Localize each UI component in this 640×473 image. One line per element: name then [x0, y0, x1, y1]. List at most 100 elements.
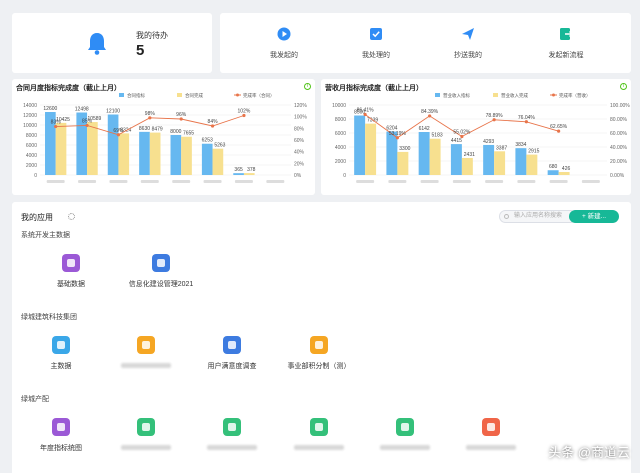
rate-label: 55.02% [453, 129, 471, 135]
app-item[interactable]: 主数据 [16, 336, 106, 371]
y-tick-label: 4000 [335, 145, 346, 151]
bar-plan [170, 135, 182, 175]
revenue-chart-card: 营收月指标完成度（截止上月） i 营业收入指标 营业收入完成 完成率（营收） 1000… [321, 79, 631, 195]
x-tick-label-blurred [549, 180, 568, 183]
quick-action-handled[interactable]: 我处理的 [346, 27, 406, 60]
rate-label: 53.19% [389, 131, 407, 137]
bar-plan [515, 148, 527, 175]
bar-done [87, 122, 98, 175]
app-item[interactable]: 基础数据 [26, 254, 116, 289]
x-tick-label-blurred [234, 180, 253, 183]
todo-card[interactable]: 我的待办 5 [12, 13, 212, 73]
app-item[interactable] [187, 418, 277, 450]
gear-icon[interactable] [68, 213, 75, 220]
quick-action-new-process[interactable]: 发起新流程 [536, 27, 596, 60]
quick-actions-card: 我发起的 我处理的 抄送我的 发起新流程 [220, 13, 631, 73]
apps-title: 我的应用 [21, 213, 53, 222]
bar-value-label: 2431 [464, 152, 475, 158]
info-icon[interactable]: i [304, 83, 311, 90]
section-title: 绿城产配 [21, 396, 49, 403]
contract-chart-card: 合同月度指标完成度（截止上月） i 合同指标 合同完成 完成率（合同） 14000 12… [12, 79, 315, 195]
x-tick-label-blurred [485, 180, 504, 183]
app-icon [223, 336, 241, 354]
x-tick-label-blurred [203, 180, 222, 183]
bell-icon [88, 33, 106, 55]
quick-action-label: 发起新流程 [548, 52, 584, 59]
search-icon [504, 214, 509, 219]
x-tick-label-blurred [420, 180, 439, 183]
section-title: 系统开发主数据 [21, 232, 70, 239]
rate-label: 84% [208, 119, 219, 125]
revenue-chart: 营业收入指标 营业收入完成 完成率（营收） 10000 8000 6000 4000 2000… [332, 92, 630, 183]
app-icon [137, 336, 155, 354]
play-circle-icon [277, 27, 291, 41]
rate-label: 98% [145, 111, 156, 117]
bar-value-label: 3834 [515, 142, 526, 148]
quick-action-initiated[interactable]: 我发起的 [254, 27, 314, 60]
app-label: 年度指标统图 [40, 445, 82, 452]
y-tick-label: 6000 [335, 131, 346, 137]
app-label: 用户满意度调查 [207, 363, 257, 370]
bar-value-label: 8000 [170, 129, 181, 135]
y-tick-label: 0 [343, 173, 346, 179]
info-icon[interactable]: i [620, 83, 627, 90]
bar-plan [201, 143, 213, 175]
x-tick-label-blurred [517, 180, 536, 183]
x-tick-label-blurred [581, 180, 600, 183]
x-tick-label-blurred [46, 180, 65, 183]
y-tick-label: 10000 [332, 103, 346, 109]
app-item[interactable] [101, 336, 191, 368]
app-item[interactable] [360, 418, 450, 450]
y2-tick-label: 100% [294, 115, 307, 121]
bar-done [149, 132, 161, 175]
bar-value-label: 8630 [139, 126, 150, 132]
legend-label: 完成率（营收） [559, 92, 591, 99]
bar-value-label: 4293 [483, 139, 494, 145]
app-label-blurred [121, 445, 171, 450]
bar-value-label: 3300 [399, 146, 410, 152]
y2-tick-label: 80.00% [610, 117, 628, 123]
bar-done [429, 138, 441, 175]
bar-value-label: 5183 [432, 133, 443, 139]
app-item[interactable] [101, 418, 191, 450]
app-search-input[interactable]: 输入应用名称搜索 [499, 210, 577, 223]
app-item[interactable]: 事业部积分制（测） [274, 336, 364, 371]
app-item[interactable]: 信息化建设管理2021 [116, 254, 206, 289]
bar-done [494, 151, 506, 175]
bar-done [397, 151, 409, 175]
rate-label: 78.89% [486, 113, 504, 119]
x-tick-label-blurred [388, 180, 407, 183]
bar-value-label: 2915 [528, 149, 539, 155]
app-icon [62, 254, 80, 272]
quick-action-cc[interactable]: 抄送我的 [438, 27, 498, 60]
app-item[interactable]: 年度指标统图 [16, 418, 106, 453]
bar-plan [354, 115, 366, 175]
y2-tick-label: 40.00% [610, 145, 628, 151]
rate-label: 102% [238, 109, 251, 115]
y-tick-label: 8000 [26, 133, 37, 139]
app-icon [310, 336, 328, 354]
y-tick-label: 14000 [23, 103, 37, 109]
app-label-blurred [294, 445, 344, 450]
y2-tick-label: 40% [294, 150, 305, 156]
bar-plan [107, 114, 119, 175]
new-app-button[interactable]: + 新建... [569, 210, 619, 223]
app-item[interactable] [274, 418, 364, 450]
bar-value-label: 12498 [75, 107, 89, 113]
x-tick-label-blurred [140, 180, 159, 183]
rate-label: 83% [51, 120, 62, 126]
legend-swatch [552, 93, 555, 97]
legend-swatch [493, 93, 498, 97]
rate-label: 69% [113, 128, 124, 134]
rate-label: 62.65% [550, 124, 568, 130]
legend-swatch [435, 93, 440, 97]
rate-label: 76.04% [518, 115, 536, 121]
app-item[interactable]: 用户满意度调查 [187, 336, 277, 371]
y2-tick-label: 0% [294, 173, 302, 179]
app-item[interactable] [446, 418, 536, 450]
app-icon [482, 418, 500, 436]
x-tick-label-blurred [266, 180, 285, 183]
bar-value-label: 3387 [496, 145, 507, 151]
send-icon [462, 28, 474, 40]
legend-label: 营业收入完成 [501, 92, 528, 99]
